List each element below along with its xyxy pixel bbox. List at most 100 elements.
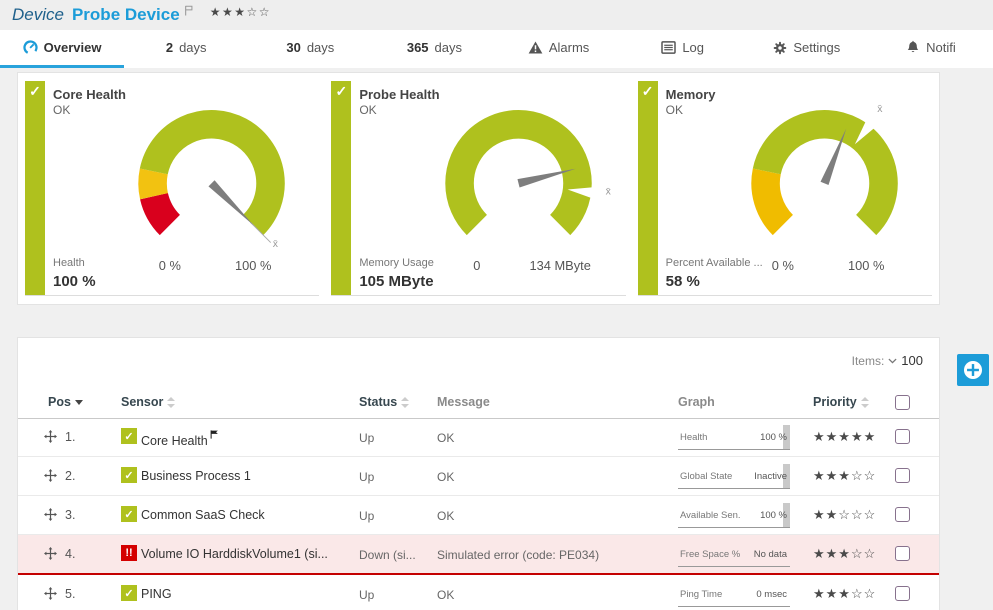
priority-stars[interactable]: ★★★☆☆ — [813, 468, 876, 484]
column-label: Graph — [678, 395, 715, 409]
column-label: Priority — [813, 395, 857, 409]
column-label: Sensor — [121, 395, 163, 409]
graph-channel-label: Global State — [680, 471, 732, 482]
position-label: 1. — [65, 430, 75, 444]
tab-notifi[interactable]: Notifi — [869, 30, 993, 68]
row-checkbox[interactable] — [895, 507, 910, 522]
tab-label: days — [435, 40, 462, 55]
table-row[interactable]: 5.✓PINGUpOKPing Time0 msec★★★☆☆ — [18, 575, 939, 610]
sort-desc-icon — [75, 400, 83, 405]
sensor-status: Up — [359, 431, 374, 445]
priority-stars[interactable]: ★★☆☆☆ — [813, 507, 876, 523]
sensor-name-link[interactable]: PING — [141, 587, 172, 601]
status-ok-ribbon: ✓ — [331, 81, 351, 295]
tab-alarms[interactable]: Alarms — [497, 30, 621, 68]
tab-bar: Overview2days30days365daysAlarmsLogSetti… — [0, 30, 993, 69]
sort-both-icon — [861, 397, 869, 408]
add-button[interactable] — [957, 354, 989, 386]
sensor-name-link[interactable]: Common SaaS Check — [141, 508, 265, 522]
drag-handle-icon[interactable] — [44, 430, 57, 443]
sensor-ok-icon: ✓ — [121, 428, 137, 444]
tab-label: Overview — [44, 40, 102, 55]
svg-text:100 %: 100 % — [235, 258, 271, 273]
table-row[interactable]: 1. ✓Core Health Up OK Health100 % ★★★★★ — [18, 418, 939, 457]
sensor-message: OK — [437, 509, 454, 523]
column-header-priority[interactable]: Priority — [813, 395, 869, 409]
graph-channel-label: Health — [680, 432, 707, 443]
row-checkbox[interactable] — [895, 586, 910, 601]
sensor-rows: 1.✓Core HealthUpOKHealth100 %★★★★★2.✓Bus… — [18, 418, 939, 610]
gauge-chart: x̄0 %100 % — [718, 93, 932, 278]
sort-both-icon — [401, 397, 409, 408]
flag-outline-icon[interactable] — [184, 5, 194, 16]
tab-30-days[interactable]: 30days — [248, 30, 372, 68]
sensor-name-link[interactable]: Business Process 1 — [141, 469, 251, 483]
column-header-graph[interactable]: Graph — [678, 395, 715, 409]
gauge-chart: x̄0 %100 % — [105, 93, 319, 278]
row-checkbox[interactable] — [895, 546, 910, 561]
drag-handle-icon[interactable] — [44, 469, 57, 482]
row-checkbox[interactable] — [895, 468, 910, 483]
sensor-ok-icon: ✓ — [121, 467, 137, 483]
position-label: 3. — [65, 508, 75, 522]
items-count-control[interactable]: Items: 100 — [852, 353, 923, 368]
row-checkbox[interactable] — [895, 429, 910, 444]
priority-stars[interactable]: ★★★☆☆ — [813, 586, 876, 602]
gauge-core-health[interactable]: ✓Core HealthOKx̄0 %100 %Health100 % — [25, 81, 319, 296]
drag-handle-icon[interactable] — [44, 587, 57, 600]
page-title[interactable]: Probe Device — [72, 5, 180, 25]
drag-handle-icon[interactable] — [44, 547, 57, 560]
tab-number: 2 — [166, 40, 173, 55]
items-label: Items: — [852, 354, 885, 368]
sensor-name-link[interactable]: Volume IO HarddiskVolume1 (si... — [141, 547, 328, 561]
channel-value: 105 MByte — [359, 273, 433, 290]
mini-graph[interactable]: Health100 % — [678, 425, 790, 450]
gauge-memory[interactable]: ✓MemoryOKx̄0 %100 %Percent Available ...… — [638, 81, 932, 296]
svg-text:x̄: x̄ — [273, 239, 279, 250]
drag-handle-icon[interactable] — [44, 508, 57, 521]
priority-stars[interactable]: ★★★☆☆ — [813, 546, 876, 562]
tab-label: Notifi — [926, 40, 956, 55]
sensor-name-link[interactable]: Core Health — [141, 430, 219, 448]
sensor-message: OK — [437, 431, 454, 445]
sensor-status: Up — [359, 588, 374, 602]
column-label: Pos — [48, 395, 71, 409]
position-label: 5. — [65, 587, 75, 601]
column-header-sensor[interactable]: Sensor — [121, 395, 175, 409]
table-header-row: Pos Sensor Status Message Graph Priority — [18, 391, 939, 419]
mini-graph[interactable]: Ping Time0 msec — [678, 582, 790, 607]
tab-log[interactable]: Log — [621, 30, 745, 68]
sensor-status: Up — [359, 509, 374, 523]
title-bar: Device Probe Device ★★★☆☆ — [0, 0, 993, 30]
select-all-checkbox[interactable] — [895, 395, 910, 410]
items-value: 100 — [901, 353, 923, 368]
tab-settings[interactable]: Settings — [745, 30, 869, 68]
gauge-probe-health[interactable]: ✓Probe HealthOKx̄0134 MByteMemory Usage1… — [331, 81, 625, 296]
device-priority-stars[interactable]: ★★★☆☆ — [210, 5, 271, 19]
table-row[interactable]: 2.✓Business Process 1UpOKGlobal StateIna… — [18, 457, 939, 496]
check-icon: ✓ — [335, 83, 347, 99]
mini-graph[interactable]: Global State Inactive — [678, 464, 790, 489]
svg-text:x̄: x̄ — [877, 104, 883, 115]
priority-stars[interactable]: ★★★★★ — [813, 429, 876, 445]
tab-overview[interactable]: Overview — [0, 30, 124, 68]
status-ok-ribbon: ✓ — [638, 81, 658, 295]
column-header-pos[interactable]: Pos — [48, 395, 83, 409]
chevron-down-icon — [888, 358, 897, 364]
sensor-status: Down (si... — [359, 548, 416, 562]
column-header-status[interactable]: Status — [359, 395, 409, 409]
gauge-icon — [23, 40, 38, 55]
graph-value: Inactive — [754, 471, 787, 482]
position-label: 4. — [65, 547, 75, 561]
column-header-message[interactable]: Message — [437, 395, 490, 409]
sensor-message: OK — [437, 470, 454, 484]
mini-graph[interactable]: Free Space %No data — [678, 542, 790, 567]
tab-2-days[interactable]: 2days — [124, 30, 248, 68]
flag-filled-icon — [210, 430, 219, 439]
tab-365-days[interactable]: 365days — [372, 30, 496, 68]
table-row[interactable]: 3.✓Common SaaS CheckUpOKAvailable Sen.10… — [18, 496, 939, 535]
mini-graph[interactable]: Available Sen.100 % — [678, 503, 790, 528]
sensor-error-icon: !! — [121, 545, 137, 561]
table-row[interactable]: 4.!! Volume IO HarddiskVolume1 (si... Down… — [18, 535, 939, 575]
gear-icon — [773, 41, 787, 55]
